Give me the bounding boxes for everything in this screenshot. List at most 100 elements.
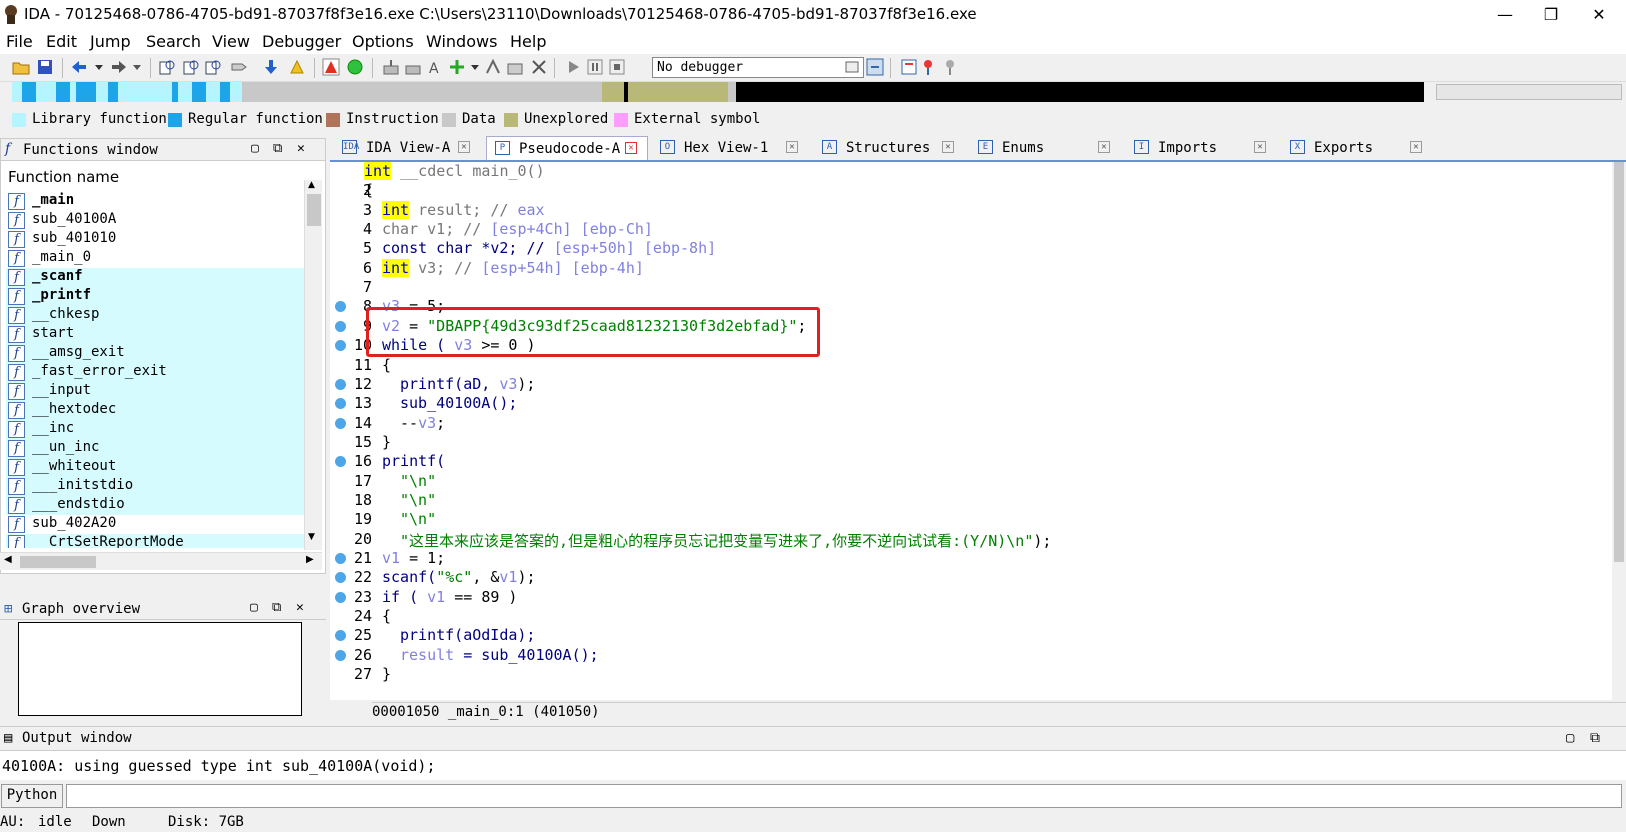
function-list-item[interactable]: f __CrtSetReportMode — [6, 534, 304, 548]
attach-icon[interactable] — [844, 58, 862, 76]
tab-close-icon[interactable]: ✕ — [625, 142, 637, 154]
tab-structures[interactable]: A Structures ✕ — [814, 136, 966, 160]
stop-icon[interactable] — [608, 58, 626, 76]
back-arrow-icon[interactable] — [70, 58, 88, 76]
function-list-item[interactable]: f __amsg_exit — [6, 344, 304, 363]
save-icon[interactable] — [36, 58, 54, 76]
code-line[interactable]: 3 int result; // eax — [330, 200, 1610, 220]
struct-icon[interactable] — [484, 58, 502, 76]
maximize-panel-icon[interactable]: ▢ — [251, 141, 259, 156]
code-line[interactable]: 17 "\n" — [330, 472, 1610, 491]
maximize-panel-icon[interactable]: ▢ — [1566, 730, 1574, 746]
add-icon[interactable] — [448, 58, 466, 76]
function-list-item[interactable]: f __inc — [6, 420, 304, 439]
code-line[interactable]: 6 int v3; // [esp+54h] [ebp-4h] — [330, 258, 1610, 278]
code-line[interactable]: 13 sub_40100A(); — [330, 394, 1610, 413]
function-list-item[interactable]: f __un_inc — [6, 439, 304, 458]
function-name-header[interactable]: Function name — [8, 168, 119, 186]
pause-icon[interactable] — [586, 58, 604, 76]
code-line[interactable]: 27} — [330, 665, 1610, 684]
breakpoints-icon[interactable] — [900, 58, 918, 76]
code-line[interactable]: 14 --v3; — [330, 414, 1610, 433]
function-list-item[interactable]: f __whiteout — [6, 458, 304, 477]
pseudocode-view[interactable]: 1int __cdecl main_0()2{3 int result; // e… — [330, 162, 1612, 700]
function-list-item[interactable]: f _printf — [6, 287, 304, 306]
trace-options-icon[interactable] — [944, 58, 962, 76]
close-panel-icon[interactable]: ✕ — [297, 141, 305, 156]
code-line[interactable]: 25 printf(aOdIda); — [330, 626, 1610, 645]
tab-hex-view[interactable]: O Hex View-1 ✕ — [652, 136, 810, 160]
back-dropdown-icon[interactable] — [90, 58, 108, 76]
code-line[interactable]: 5 const char *v2; // [esp+50h] [ebp-8h] — [330, 239, 1610, 258]
navigation-band[interactable] — [12, 82, 1424, 102]
menu-jump[interactable]: Jump — [90, 32, 131, 51]
code-line[interactable]: 12 printf(aD, v3); — [330, 375, 1610, 394]
add-dropdown-icon[interactable] — [466, 58, 484, 76]
tab-exports[interactable]: X Exports ✕ — [1282, 136, 1434, 160]
function-list-item[interactable]: f start — [6, 325, 304, 344]
tab-pseudocode[interactable]: P Pseudocode-A ✕ — [486, 136, 648, 160]
create-text-icon[interactable]: A — [426, 58, 444, 76]
function-list-item[interactable]: f _scanf — [6, 268, 304, 287]
forward-arrow-icon[interactable] — [110, 58, 128, 76]
function-list-item[interactable]: f _main_0 — [6, 249, 304, 268]
scroll-right-icon[interactable]: ▶ — [306, 554, 314, 565]
step-into-icon[interactable] — [866, 58, 884, 76]
code-line[interactable]: 4 char v1; // [esp+4Ch] [ebp-Ch] — [330, 220, 1610, 239]
function-list-item[interactable]: f __hextodec — [6, 401, 304, 420]
tab-imports[interactable]: I Imports ✕ — [1126, 136, 1278, 160]
float-panel-icon[interactable]: ⧉ — [273, 141, 282, 156]
code-line[interactable]: 15} — [330, 433, 1610, 452]
delete-icon[interactable] — [530, 58, 548, 76]
float-panel-icon[interactable]: ⧉ — [1590, 730, 1600, 746]
code-line[interactable]: 20 "这里本来应该是答案的,但是粗心的程序员忘记把变量写进来了,你要不逆向试试看… — [330, 530, 1610, 550]
mark-position-icon[interactable] — [288, 58, 306, 76]
tab-close-icon[interactable]: ✕ — [942, 141, 954, 153]
navigation-band-scroll[interactable] — [1436, 84, 1622, 100]
menu-options[interactable]: Options — [352, 32, 414, 51]
green-status-icon[interactable] — [346, 58, 364, 76]
jump-address-icon[interactable] — [230, 58, 248, 76]
create-function-icon[interactable] — [382, 58, 400, 76]
warning-icon[interactable] — [322, 58, 340, 76]
play-icon[interactable] — [564, 58, 582, 76]
scroll-down-icon[interactable]: ▼ — [308, 532, 315, 542]
python-command-input[interactable] — [66, 784, 1622, 808]
search-immediate-icon[interactable] — [204, 58, 222, 76]
menu-search[interactable]: Search — [146, 32, 201, 51]
graph-overview-canvas[interactable] — [18, 622, 302, 716]
code-line[interactable]: 2{ — [330, 181, 1610, 200]
scroll-up-icon[interactable]: ▲ — [308, 180, 315, 190]
forward-dropdown-icon[interactable] — [128, 58, 146, 76]
search-text-icon[interactable] — [158, 58, 176, 76]
code-line[interactable]: 11 { — [330, 356, 1610, 375]
code-line[interactable]: 1int __cdecl main_0() — [330, 162, 1610, 181]
tab-close-icon[interactable]: ✕ — [786, 141, 798, 153]
code-line[interactable]: 24 { — [330, 607, 1610, 626]
debugger-select[interactable]: No debugger ▼ — [652, 57, 864, 78]
menu-help[interactable]: Help — [510, 32, 546, 51]
tracing-icon[interactable] — [922, 58, 940, 76]
pseudocode-vertical-scrollbar[interactable] — [1612, 162, 1626, 700]
menu-view[interactable]: View — [212, 32, 250, 51]
functions-vertical-scrollbar[interactable]: ▲ ▼ — [304, 180, 322, 550]
scroll-thumb[interactable] — [20, 556, 96, 568]
tab-close-icon[interactable]: ✕ — [1254, 141, 1266, 153]
code-line[interactable]: 7 — [330, 278, 1610, 297]
code-line[interactable]: 19 "\n" — [330, 510, 1610, 529]
scroll-left-icon[interactable]: ◀ — [4, 554, 12, 565]
minimize-button[interactable]: — — [1482, 0, 1528, 28]
function-list-item[interactable]: f sub_40100A — [6, 211, 304, 230]
tab-close-icon[interactable]: ✕ — [458, 141, 470, 153]
function-list-item[interactable]: f ___endstdio — [6, 496, 304, 515]
scroll-thumb[interactable] — [307, 194, 321, 226]
undefine-icon[interactable] — [506, 58, 524, 76]
search-binary-icon[interactable] — [182, 58, 200, 76]
python-button[interactable]: Python — [1, 784, 63, 808]
code-line[interactable]: 16 printf( — [330, 452, 1610, 471]
close-button[interactable]: ✕ — [1576, 0, 1622, 28]
tab-close-icon[interactable]: ✕ — [1098, 141, 1110, 153]
function-list-item[interactable]: f ___initstdio — [6, 477, 304, 496]
open-file-icon[interactable] — [12, 58, 30, 76]
function-list-item[interactable]: f _fast_error_exit — [6, 363, 304, 382]
